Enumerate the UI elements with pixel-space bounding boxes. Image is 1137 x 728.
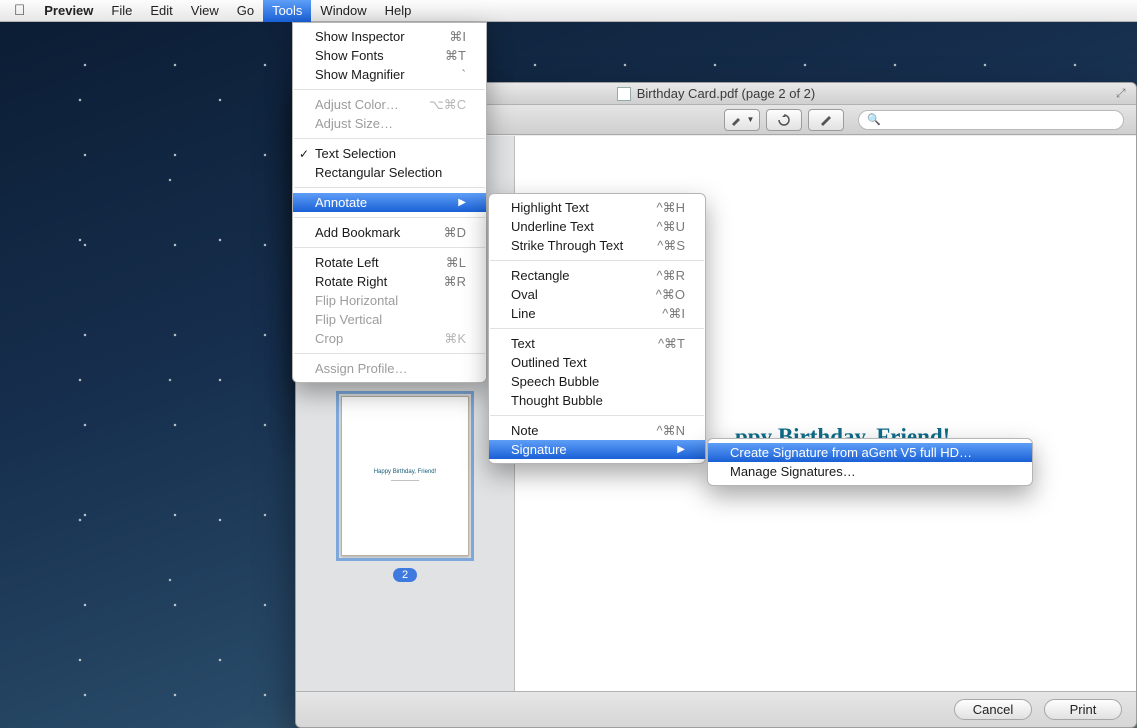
expand-icon[interactable]: ⤢ (1116, 86, 1130, 100)
page-thumbnail[interactable]: Happy Birthday, Friend! ──────── (341, 396, 469, 556)
menu-item-thought-bubble[interactable]: Thought Bubble (489, 391, 705, 410)
menu-item-adjust-color: Adjust Color… ⌥⌘C (293, 95, 486, 114)
menubar-app[interactable]: Preview (35, 0, 102, 22)
menu-item-rectangular-selection[interactable]: Rectangular Selection (293, 163, 486, 182)
menubar-item-help[interactable]: Help (376, 0, 421, 22)
thumbnail-headline: Happy Birthday, Friend! (374, 469, 437, 475)
menu-item-rotate-right[interactable]: Rotate Right ⌘R (293, 272, 486, 291)
menu-item-show-fonts[interactable]: Show Fonts ⌘T (293, 46, 486, 65)
menubar-item-view[interactable]: View (182, 0, 228, 22)
menu-item-note[interactable]: Note ^⌘N (489, 421, 705, 440)
menu-item-text-selection[interactable]: ✓ Text Selection (293, 144, 486, 163)
menu-item-crop: Crop ⌘K (293, 329, 486, 348)
menubar-item-window[interactable]: Window (311, 0, 375, 22)
menubar-item-edit[interactable]: Edit (141, 0, 181, 22)
thumbnail-subline: ──────── (391, 478, 419, 484)
tools-menu: Show Inspector ⌘I Show Fonts ⌘T Show Mag… (292, 22, 487, 383)
menubar-item-go[interactable]: Go (228, 0, 263, 22)
menu-item-speech-bubble[interactable]: Speech Bubble (489, 372, 705, 391)
menu-item-flip-horizontal: Flip Horizontal (293, 291, 486, 310)
cancel-button[interactable]: Cancel (954, 699, 1032, 720)
menu-item-text[interactable]: Text ^⌘T (489, 334, 705, 353)
menu-item-show-magnifier[interactable]: Show Magnifier ` (293, 65, 486, 84)
menu-item-flip-vertical: Flip Vertical (293, 310, 486, 329)
apple-menu-icon[interactable]:  (14, 2, 35, 19)
menu-item-rotate-left[interactable]: Rotate Left ⌘L (293, 253, 486, 272)
window-footer: Cancel Print (296, 691, 1136, 727)
menu-item-line[interactable]: Line ^⌘I (489, 304, 705, 323)
menubar-item-file[interactable]: File (102, 0, 141, 22)
submenu-arrow-icon: ▶ (677, 444, 685, 455)
page-number-badge: 2 (393, 568, 417, 582)
rotate-tool-button[interactable] (766, 109, 802, 131)
menubar-item-tools[interactable]: Tools (263, 0, 311, 22)
menu-item-create-signature[interactable]: Create Signature from aGent V5 full HD… (708, 443, 1032, 462)
dropdown-caret-icon: ▼ (747, 115, 755, 124)
highlight-tool-button[interactable]: ▼ (724, 109, 760, 131)
check-icon: ✓ (299, 147, 309, 161)
document-icon (617, 87, 631, 101)
menu-item-assign-profile: Assign Profile… (293, 359, 486, 378)
edit-tool-button[interactable] (808, 109, 844, 131)
annotate-submenu: Highlight Text ^⌘H Underline Text ^⌘U St… (488, 193, 706, 464)
menu-item-annotate[interactable]: Annotate ▶ (293, 193, 486, 212)
menu-item-highlight-text[interactable]: Highlight Text ^⌘H (489, 198, 705, 217)
window-title: Birthday Card.pdf (page 2 of 2) (637, 86, 816, 101)
menu-item-manage-signatures[interactable]: Manage Signatures… (708, 462, 1032, 481)
search-icon: 🔍 (867, 113, 881, 126)
menu-item-strike-through-text[interactable]: Strike Through Text ^⌘S (489, 236, 705, 255)
menu-item-adjust-size: Adjust Size… (293, 114, 486, 133)
menu-item-outlined-text[interactable]: Outlined Text (489, 353, 705, 372)
menubar:  Preview File Edit View Go Tools Window… (0, 0, 1137, 22)
print-button[interactable]: Print (1044, 699, 1122, 720)
signature-submenu: Create Signature from aGent V5 full HD… … (707, 438, 1033, 486)
menu-item-show-inspector[interactable]: Show Inspector ⌘I (293, 27, 486, 46)
menu-item-underline-text[interactable]: Underline Text ^⌘U (489, 217, 705, 236)
menu-item-rectangle[interactable]: Rectangle ^⌘R (489, 266, 705, 285)
menu-item-signature[interactable]: Signature ▶ (489, 440, 705, 459)
submenu-arrow-icon: ▶ (458, 197, 466, 208)
menu-item-oval[interactable]: Oval ^⌘O (489, 285, 705, 304)
menu-item-add-bookmark[interactable]: Add Bookmark ⌘D (293, 223, 486, 242)
search-field[interactable]: 🔍 (858, 110, 1124, 130)
